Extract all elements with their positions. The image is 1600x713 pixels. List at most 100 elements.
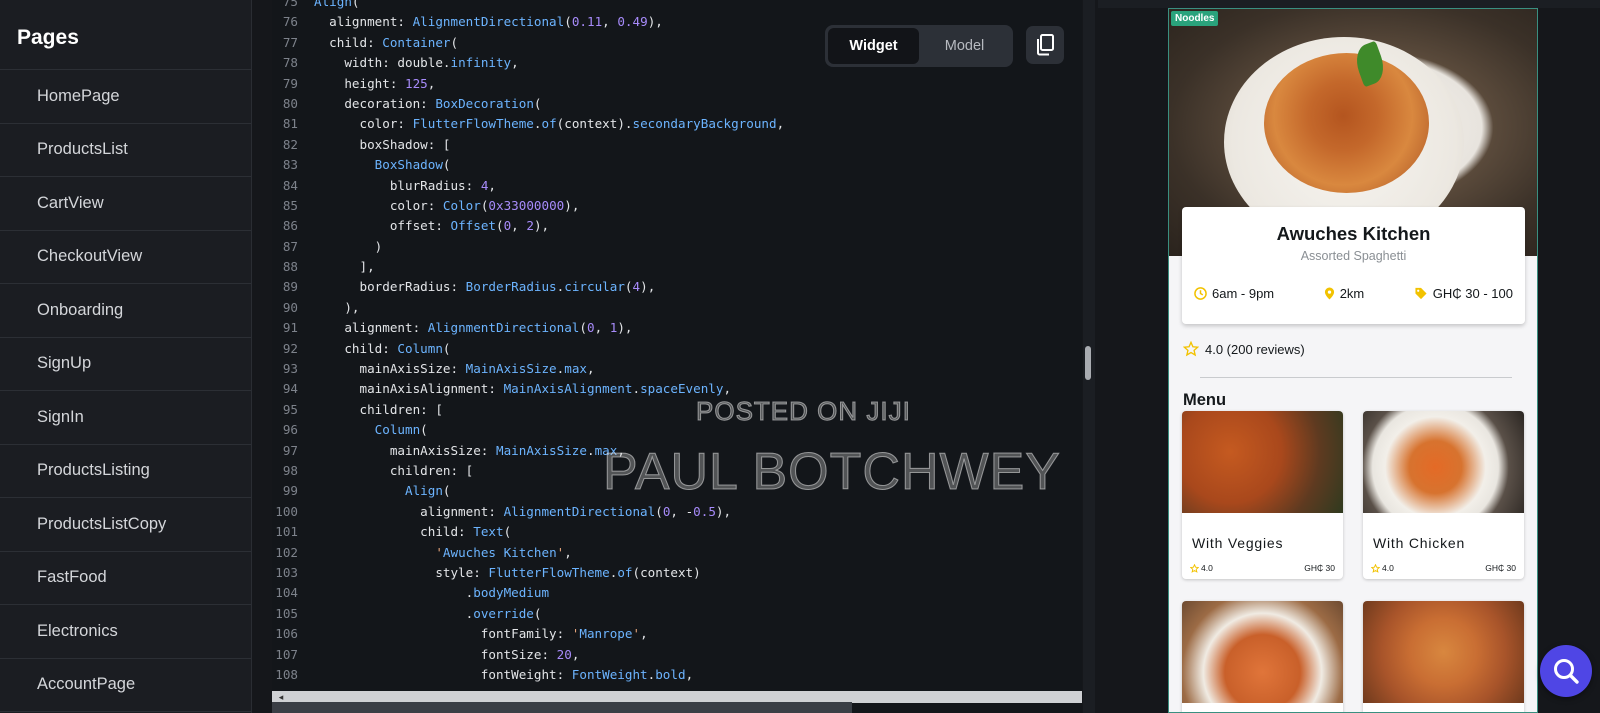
line-number: 102 — [275, 544, 298, 560]
code-text: Column( — [374, 422, 428, 438]
menu-item-price: GH₵ 30 — [1304, 563, 1335, 573]
line-number: 95 — [282, 401, 298, 417]
sidebar-item-signup[interactable]: SignUp — [0, 338, 251, 391]
code-text: decoration: BoxDecoration( — [314, 95, 542, 111]
code-text: style: FlutterFlowTheme.of(context) — [314, 564, 701, 580]
line-number: 98 — [282, 462, 298, 478]
search-fab[interactable] — [1540, 645, 1592, 697]
code-text: Align( — [314, 0, 360, 9]
sidebar-item-checkoutview[interactable]: CheckoutView — [0, 231, 251, 284]
line-number: 88 — [282, 259, 298, 275]
line-number: 100 — [275, 503, 298, 519]
code-text: BoxShadow( — [374, 157, 451, 173]
menu-item-image — [1182, 601, 1343, 703]
code-text: child: Text( — [314, 524, 512, 540]
sidebar-item-cartview[interactable]: CartView — [0, 177, 251, 231]
code-line: 89 borderRadius: BorderRadius.circular(4… — [272, 277, 1082, 297]
rating-row: 4.0 (200 reviews) — [1183, 341, 1305, 357]
code-line: 80 decoration: BoxDecoration( — [272, 94, 1082, 114]
code-text: boxShadow: [ — [314, 136, 451, 152]
line-number: 81 — [282, 116, 298, 132]
copy-button[interactable] — [1026, 26, 1064, 64]
code-line: 94 mainAxisAlignment: MainAxisAlignment.… — [272, 379, 1082, 399]
code-text: color: FlutterFlowTheme.of(context).seco… — [314, 116, 785, 132]
menu-card-veggies[interactable]: With Veggies 4.0 GH₵ 30 — [1182, 411, 1343, 579]
code-line: 97 mainAxisSize: MainAxisSize.max, — [272, 441, 1082, 461]
line-number: 101 — [275, 524, 298, 540]
sidebar-item-onboarding[interactable]: Onboarding — [0, 284, 251, 338]
model-tab[interactable]: Model — [919, 28, 1010, 64]
code-line: 105 .override( — [272, 604, 1082, 624]
horizontal-scrollbar-thumb[interactable] — [272, 702, 852, 713]
hours-item: 6am - 9pm — [1194, 286, 1274, 301]
line-number: 92 — [282, 340, 298, 356]
sidebar-item-productslist[interactable]: ProductsList — [0, 124, 251, 177]
star-outline-icon — [1190, 563, 1199, 573]
sidebar-item-electronics[interactable]: Electronics — [0, 605, 251, 659]
code-line: 95 children: [ — [272, 400, 1082, 420]
price-item: GH₵ 30 - 100 — [1414, 286, 1513, 301]
vertical-scrollbar-thumb[interactable] — [1085, 346, 1091, 380]
menu-card-4[interactable] — [1363, 601, 1524, 712]
spaghetti-graphic — [1264, 53, 1429, 193]
code-line: 101 child: Text( — [272, 522, 1082, 542]
code-line: 91 alignment: AlignmentDirectional(0, 1)… — [272, 318, 1082, 338]
restaurant-info-card: Awuches Kitchen Assorted Spaghetti 6am -… — [1182, 207, 1525, 324]
line-number: 86 — [282, 218, 298, 234]
code-line: 84 blurRadius: 4, — [272, 176, 1082, 196]
code-line: 107 fontSize: 20, — [272, 645, 1082, 665]
code-text: ], — [314, 259, 375, 275]
price-range-text: GH₵ 30 - 100 — [1432, 286, 1513, 301]
pages-sidebar: Pages HomePage ProductsList CartView Checko… — [0, 0, 252, 713]
code-text: Align( — [405, 483, 451, 499]
code-text: fontFamily: 'Manrope', — [314, 626, 648, 642]
code-text: ) — [314, 238, 383, 254]
line-number: 106 — [275, 626, 298, 642]
code-line: 83 BoxShadow( — [272, 155, 1082, 175]
sidebar-title: Pages — [0, 0, 251, 70]
menu-card-chicken[interactable]: With Chicken 4.0 GH₵ 30 — [1363, 411, 1524, 579]
menu-item-footer: 4.0 GH₵ 30 — [1363, 551, 1524, 579]
sidebar-item-fastfood[interactable]: FastFood — [0, 552, 251, 605]
line-number: 104 — [275, 585, 298, 601]
sidebar-item-homepage[interactable]: HomePage — [0, 70, 251, 124]
code-line: 93 mainAxisSize: MainAxisSize.max, — [272, 359, 1082, 379]
code-line: 103 style: FlutterFlowTheme.of(context) — [272, 563, 1082, 583]
scroll-left-arrow-icon[interactable]: ◂ — [274, 692, 288, 702]
menu-item-image — [1182, 411, 1343, 513]
line-number: 99 — [282, 483, 298, 499]
line-number: 78 — [282, 55, 298, 71]
distance-text: 2km — [1339, 286, 1365, 301]
distance-item: 2km — [1324, 286, 1365, 301]
sidebar-item-productslisting[interactable]: ProductsListing — [0, 445, 251, 498]
code-text: offset: Offset(0, 2), — [314, 218, 550, 234]
restaurant-subtitle: Assorted Spaghetti — [1300, 249, 1407, 263]
sidebar-item-signin[interactable]: SignIn — [0, 391, 251, 445]
code-lines: 75 Align(76 alignment: AlignmentDirection… — [272, 0, 1082, 685]
section-divider — [1200, 377, 1512, 378]
code-line: 87 ) — [272, 237, 1082, 257]
menu-item-footer: 4.0 GH₵ 30 — [1182, 551, 1343, 579]
code-line: 82 boxShadow: [ — [272, 135, 1082, 155]
line-number: 84 — [282, 177, 298, 193]
widget-tab[interactable]: Widget — [828, 28, 919, 64]
code-line: 108 fontWeight: FontWeight.bold, — [272, 665, 1082, 685]
sidebar-item-accountpage[interactable]: AccountPage — [0, 659, 251, 712]
line-number: 91 — [282, 320, 298, 336]
star-outline-icon — [1371, 563, 1380, 573]
line-number: 79 — [282, 75, 298, 91]
code-line: 96 Column( — [272, 420, 1082, 440]
menu-item-name: With Chicken — [1373, 535, 1466, 551]
view-toggle: Widget Model — [825, 25, 1013, 67]
code-line: 88 ], — [272, 257, 1082, 277]
code-line: 85 color: Color(0x33000000), — [272, 196, 1082, 216]
code-line: 90 ), — [272, 298, 1082, 318]
code-line: 100 alignment: AlignmentDirectional(0, -… — [272, 502, 1082, 522]
menu-card-3[interactable] — [1182, 601, 1343, 712]
code-text: mainAxisSize: MainAxisSize.max, — [314, 361, 595, 377]
line-number: 105 — [275, 605, 298, 621]
sidebar-item-productslistcopy[interactable]: ProductsListCopy — [0, 498, 251, 552]
code-text: alignment: AlignmentDirectional(0.11, 0.… — [314, 14, 663, 30]
code-text: children: [ — [314, 401, 443, 417]
rating-text: 4.0 (200 reviews) — [1205, 341, 1305, 357]
